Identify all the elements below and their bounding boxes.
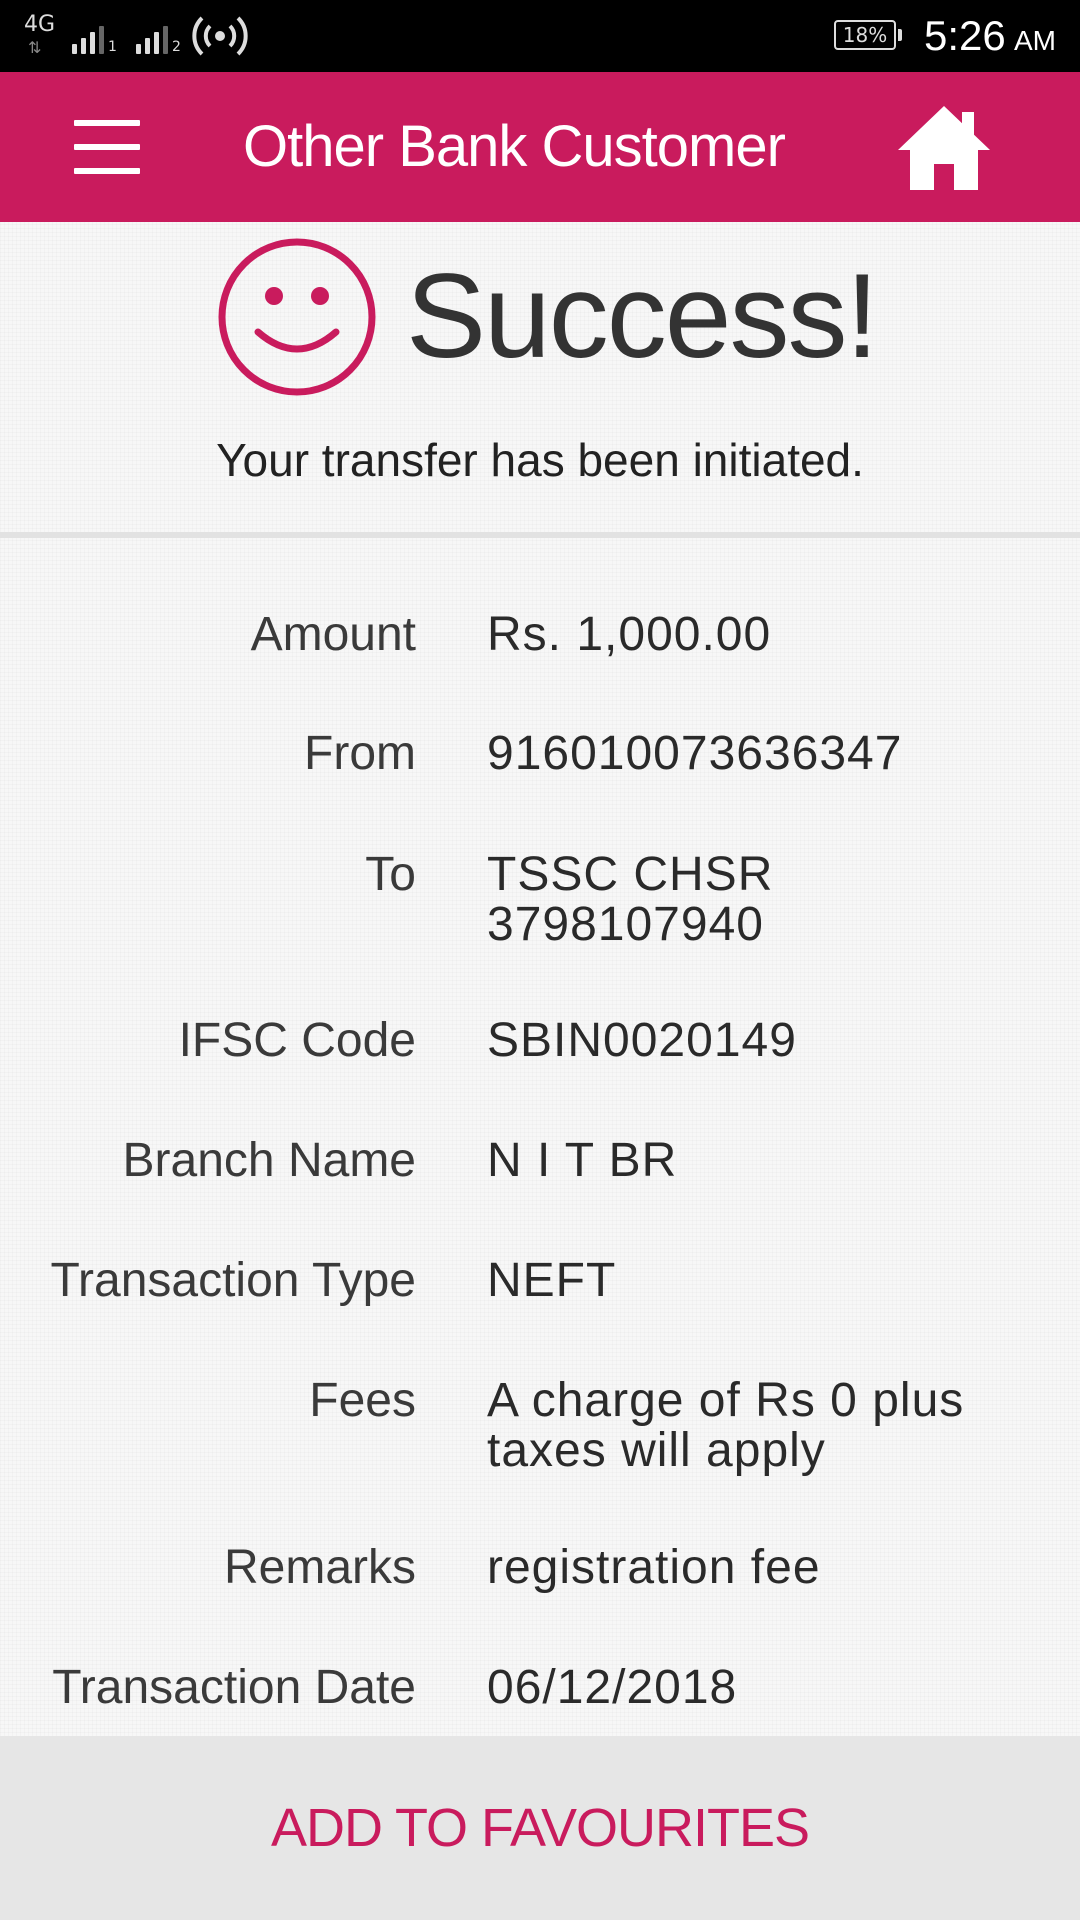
detail-label: Amount [250, 608, 416, 661]
sim2-label: 2 [172, 39, 181, 55]
signal-sim1-icon: 1 [72, 20, 117, 54]
battery-tip [898, 29, 902, 41]
success-banner: Success! Your transfer has been initiate… [0, 222, 1080, 532]
page-title: Other Bank Customer [243, 114, 786, 179]
add-to-favourites-button[interactable]: ADD TO FAVOURITES [0, 1736, 1080, 1920]
home-icon[interactable] [896, 102, 992, 194]
app-header: Other Bank Customer [0, 72, 1080, 222]
signal-sim2-icon: 2 [136, 20, 181, 54]
detail-value: N I T BR [487, 1134, 678, 1187]
detail-value-line1: TSSC CHSR [487, 848, 774, 901]
detail-value: NEFT [487, 1254, 617, 1307]
detail-label: Remarks [223, 1541, 416, 1594]
detail-label: Branch Name [122, 1134, 416, 1187]
detail-label: To [365, 848, 416, 901]
detail-label: IFSC Code [178, 1014, 416, 1067]
clock-time: 5:26 [924, 12, 1006, 59]
detail-value: TSSC CHSR 3798107940 [487, 850, 1047, 950]
hamburger-menu-icon[interactable] [74, 120, 140, 174]
detail-value: A charge of Rs 0 plus taxes will apply [487, 1376, 1047, 1476]
bottom-action-bar: ADD TO FAVOURITES [0, 1736, 1080, 1920]
detail-label: Transaction Date [52, 1661, 416, 1714]
detail-value: Rs. 1,000.00 [487, 608, 772, 661]
battery-percent: 18% [842, 23, 888, 47]
detail-value-line2: taxes will apply [487, 1424, 826, 1477]
hotspot-icon [192, 16, 248, 56]
detail-label: From [304, 727, 416, 780]
clock-ampm: AM [1014, 25, 1056, 56]
detail-value-line2: 3798107940 [487, 898, 764, 951]
success-subtitle: Your transfer has been initiated. [216, 434, 864, 486]
detail-value: 916010073636347 [487, 727, 903, 780]
detail-value: 06/12/2018 [487, 1661, 738, 1714]
detail-value-line1: A charge of Rs 0 plus [487, 1374, 965, 1427]
data-activity-icon: ⇅ [28, 38, 41, 57]
detail-value: SBIN0020149 [487, 1014, 797, 1067]
detail-value: registration fee [487, 1541, 821, 1594]
detail-label: Transaction Type [50, 1254, 416, 1307]
detail-label: Fees [309, 1374, 416, 1427]
sim1-label: 1 [108, 39, 117, 55]
transfer-details: Amount Rs. 1,000.00 From 916010073636347… [0, 538, 1080, 1736]
smiley-icon [218, 238, 376, 396]
network-type-label: 4G [24, 12, 56, 37]
screen: 4G ⇅ 1 2 18% 5:26 AM Other Bank Customer… [0, 0, 1080, 1920]
success-title: Success! [406, 249, 879, 383]
status-bar: 4G ⇅ 1 2 18% 5:26 AM [0, 0, 1080, 72]
battery-icon: 18% [834, 20, 896, 50]
